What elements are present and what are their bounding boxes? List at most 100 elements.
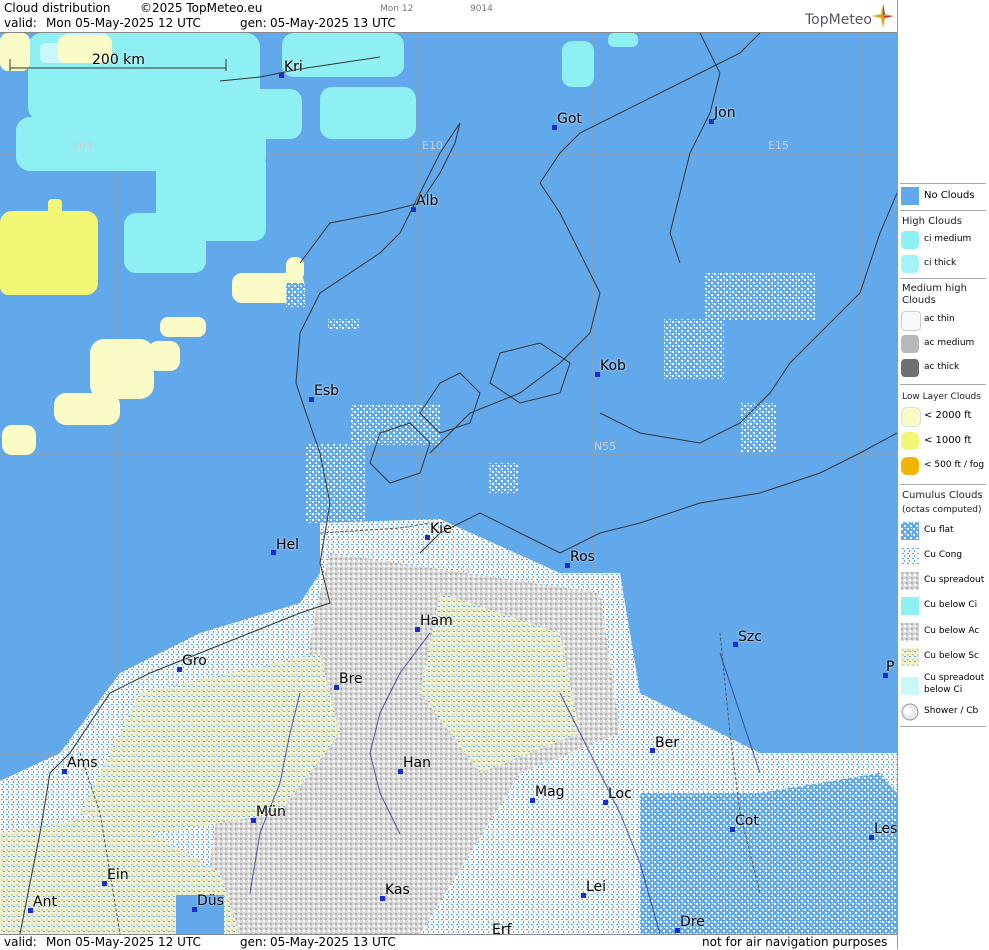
brand-star-icon xyxy=(872,4,894,28)
legend-ci-medium: ci medium xyxy=(900,230,988,250)
legend-head-low: Low Layer Clouds xyxy=(902,392,981,402)
city-label-kob[interactable]: Kob xyxy=(600,358,626,374)
gen-value: 05-May-2025 13 UTC xyxy=(270,16,396,30)
city-label-ham[interactable]: Ham xyxy=(420,613,453,629)
map-title: Cloud distribution xyxy=(4,1,111,15)
city-label-dre[interactable]: Dre xyxy=(680,914,705,930)
legend-separator xyxy=(900,183,986,184)
footer-valid-label: valid: xyxy=(4,935,37,949)
footer-valid-value: Mon 05-May-2025 12 UTC xyxy=(46,935,201,949)
city-label-ber[interactable]: Ber xyxy=(655,735,679,751)
city-label-lei[interactable]: Lei xyxy=(586,879,606,895)
city-label-got[interactable]: Got xyxy=(557,111,582,127)
legend-separator xyxy=(900,210,986,211)
legend-lt500: < 500 ft / fog xyxy=(900,456,988,476)
city-label-mun[interactable]: Mün xyxy=(256,804,286,820)
legend-label-cu-spread-below-ci-1: Cu spreadout xyxy=(924,673,985,683)
legend-ac-thin: ac thin xyxy=(900,310,988,331)
city-label-les[interactable]: Les xyxy=(874,821,897,837)
legend-panel: No Clouds High Clouds ci medium ci thick… xyxy=(897,0,989,949)
swatch-ac-medium xyxy=(901,335,919,353)
city-label-bre[interactable]: Bre xyxy=(339,671,363,687)
city-label-alb[interactable]: Alb xyxy=(416,193,438,209)
legend-label-lt2000: < 2000 ft xyxy=(924,410,972,421)
city-label-hel[interactable]: Hel xyxy=(276,537,299,553)
map-header: Cloud distribution ©2025 TopMeteo.eu Mon… xyxy=(0,0,897,33)
city-label-dus[interactable]: Düs xyxy=(197,893,224,909)
city-label-cot[interactable]: Cot xyxy=(735,813,759,829)
valid-label: valid: xyxy=(4,16,37,30)
swatch-cu-spread xyxy=(901,572,919,590)
city-label-ein[interactable]: Ein xyxy=(107,867,129,883)
city-label-jon[interactable]: Jon xyxy=(714,105,736,121)
legend-label-ac-medium: ac medium xyxy=(924,338,975,348)
legend-label-shower: Shower / Cb xyxy=(924,706,979,716)
city-label-ros[interactable]: Ros xyxy=(570,549,595,565)
city-label-p[interactable]: P xyxy=(886,659,894,675)
city-label-kri[interactable]: Kri xyxy=(284,59,303,75)
legend-cu-flat: Cu flat xyxy=(900,521,988,541)
city-label-szc[interactable]: Szc xyxy=(738,629,762,645)
city-label-loc[interactable]: Loc xyxy=(608,786,632,802)
legend-cu-below-sc: Cu below Sc xyxy=(900,647,988,667)
legend-head-medium: Medium high Clouds xyxy=(902,283,967,306)
swatch-cu-spread-below-ci xyxy=(901,677,919,695)
legend-lt1000: < 1000 ft xyxy=(900,431,988,451)
swatch-cu-cong xyxy=(901,547,919,565)
legend-label-cu-below-sc: Cu below Sc xyxy=(924,651,979,661)
legend-cu-below-ac: Cu below Ac xyxy=(900,622,988,642)
legend-label-cu-flat: Cu flat xyxy=(924,525,954,535)
legend-label-lt500: < 500 ft / fog xyxy=(924,460,985,470)
copyright: ©2025 TopMeteo.eu xyxy=(140,1,263,15)
city-label-kas[interactable]: Kas xyxy=(385,882,410,898)
legend-shower: Shower / Cb xyxy=(900,702,988,722)
city-label-ant[interactable]: Ant xyxy=(33,894,57,910)
legend-head-cumulus: Cumulus Clouds xyxy=(902,490,983,501)
legend-cu-cong: Cu Cong xyxy=(900,546,988,566)
city-label-han[interactable]: Han xyxy=(403,755,431,771)
city-label-erf[interactable]: Erf xyxy=(492,922,512,934)
brand-name: TopMeteo xyxy=(805,12,872,28)
cloud-map[interactable]: 200 km E05 E10 E15 N55 Kri Got Jon Alb K… xyxy=(0,33,897,934)
legend-separator xyxy=(900,278,986,279)
gen-label: gen: xyxy=(240,16,267,30)
shower-cloud-icon xyxy=(901,703,919,721)
swatch-cu-below-ci xyxy=(901,597,919,615)
legend-separator xyxy=(900,726,986,727)
legend-label-cu-below-ac: Cu below Ac xyxy=(924,626,980,636)
legend-label-ac-thin: ac thin xyxy=(924,314,955,324)
legend-no-clouds: No Clouds xyxy=(900,186,988,206)
legend-label-cu-below-ci: Cu below Ci xyxy=(924,600,978,610)
swatch-ci-medium xyxy=(901,231,919,249)
map-canvas xyxy=(0,33,897,934)
valid-value: Mon 05-May-2025 12 UTC xyxy=(46,16,201,30)
swatch-lt500 xyxy=(901,457,919,475)
swatch-cu-below-sc xyxy=(901,648,919,666)
swatch-ci-thick xyxy=(901,255,919,273)
legend-label-cu-cong: Cu Cong xyxy=(924,550,963,560)
legend-label-lt1000: < 1000 ft xyxy=(924,435,972,446)
legend-label-cu-spread: Cu spreadout xyxy=(924,575,985,585)
swatch-lt2000 xyxy=(901,407,921,427)
swatch-lt1000 xyxy=(901,432,919,450)
footer-disclaimer: not for air navigation purposes xyxy=(702,935,888,949)
city-label-mag[interactable]: Mag xyxy=(535,784,565,800)
city-label-gro[interactable]: Gro xyxy=(182,653,207,669)
swatch-no-clouds xyxy=(901,187,919,205)
city-label-ams[interactable]: Ams xyxy=(67,755,98,771)
legend-cu-below-ci: Cu below Ci xyxy=(900,596,988,616)
city-label-esb[interactable]: Esb xyxy=(314,383,339,399)
swatch-ac-thin xyxy=(901,311,921,331)
grid-label-e15: E15 xyxy=(768,139,789,152)
legend-separator xyxy=(900,484,986,485)
grid-label-e05: E05 xyxy=(72,139,93,152)
legend-ac-thick: ac thick xyxy=(900,358,988,378)
grid-label-e10: E10 xyxy=(422,139,443,152)
swatch-ac-thick xyxy=(901,359,919,377)
legend-ci-thick: ci thick xyxy=(900,254,988,274)
legend-cu-spread-below-ci: Cu spreadout below Ci xyxy=(900,673,988,699)
city-label-kie[interactable]: Kie xyxy=(430,521,452,537)
legend-label-no-clouds: No Clouds xyxy=(924,190,975,201)
legend-cu-spread: Cu spreadout xyxy=(900,571,988,591)
swatch-cu-flat xyxy=(901,522,919,540)
